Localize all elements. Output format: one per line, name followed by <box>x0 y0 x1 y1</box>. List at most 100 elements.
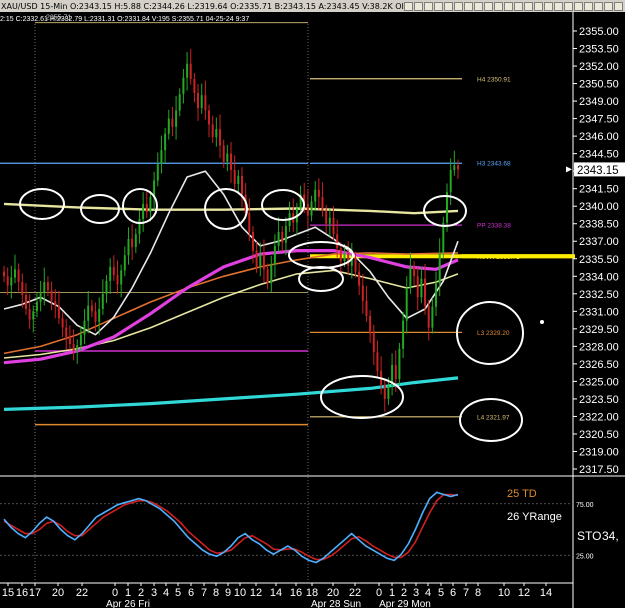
candle-body <box>222 145 225 162</box>
chart-window[interactable]: XAU/USD 15-Min O:2343.15 H:5.88 C:2344.2… <box>0 0 625 608</box>
candle-body <box>387 386 390 399</box>
y-tick-label: 2341.50 <box>579 184 619 196</box>
x-tick-label: 12 <box>250 587 262 599</box>
candle-body <box>321 196 324 211</box>
x-tick-label: 20 <box>52 587 64 599</box>
candle-body <box>376 352 379 371</box>
candle-body <box>262 254 265 270</box>
candle-body <box>394 365 397 379</box>
candle-body <box>178 94 181 111</box>
candle-body <box>138 219 141 235</box>
candle-body <box>182 77 185 95</box>
x-tick-label: 0 <box>376 587 382 599</box>
candle-body <box>109 266 112 281</box>
candle-body <box>354 257 357 272</box>
candle-body <box>43 282 46 293</box>
candle-body <box>68 337 71 344</box>
y-tick-label: 2326.50 <box>579 359 619 371</box>
candle-body <box>25 295 27 309</box>
candle-body <box>339 248 342 261</box>
y-tick-label: 2338.50 <box>579 219 619 231</box>
x-date-label: Apr 26 Fri <box>106 599 150 608</box>
x-tick-label: 20 <box>327 587 339 599</box>
y-tick-label: 2325.00 <box>579 376 619 388</box>
candle-body <box>306 203 309 216</box>
annotation-circle <box>298 266 344 292</box>
candle-body <box>98 309 101 322</box>
candle-body <box>369 316 372 334</box>
sto-d-line <box>3 493 459 561</box>
candle-body <box>87 305 90 321</box>
pivot-label: PP 2338.38 <box>477 223 511 230</box>
ma-orange-line <box>3 252 459 355</box>
candle-body <box>57 305 60 319</box>
y-tick-label: 2355.00 <box>579 26 619 38</box>
candle-body <box>83 320 86 335</box>
candle-body <box>142 203 145 220</box>
candle-body <box>204 95 207 111</box>
candle-body <box>17 269 20 283</box>
price-chart[interactable]: 2:15 C:2332.61 H:2332.79 L:2331.31 O:233… <box>0 0 625 608</box>
candle-body <box>449 170 452 193</box>
candle-body <box>284 226 287 243</box>
y-tick-label: 2340.00 <box>579 201 619 213</box>
y-tick-label: 2337.00 <box>579 236 619 248</box>
candle-body <box>134 234 137 247</box>
y-tick-label: 2317.50 <box>579 464 619 476</box>
candle-body <box>438 252 441 284</box>
candle-body <box>383 384 386 399</box>
x-tick-label: 9 <box>225 587 231 599</box>
y-tick-label: 2328.00 <box>579 341 619 353</box>
pivot-label: L3 2329.20 <box>477 330 510 337</box>
candle-body <box>21 282 24 295</box>
candle-body <box>123 255 126 271</box>
candle-body <box>145 203 148 213</box>
candle-body <box>197 92 199 109</box>
sto-tick-label: 25.00 <box>576 553 594 560</box>
candle-body <box>105 281 108 294</box>
y-tick-label: 2335.50 <box>579 254 619 266</box>
x-tick-label: 3 <box>413 587 419 599</box>
candle-body <box>65 327 68 337</box>
x-tick-label: 22 <box>349 587 361 599</box>
candle-body <box>431 306 434 328</box>
candle-body <box>336 234 339 249</box>
candle-body <box>420 278 423 298</box>
x-tick-label: 2 <box>401 587 407 599</box>
x-tick-label: 5 <box>175 587 181 599</box>
ma-magenta-line <box>3 249 459 365</box>
sto-tick-label: 75.00 <box>576 502 594 509</box>
x-tick-label: 0 <box>112 587 118 599</box>
candle-body <box>427 305 430 328</box>
candle-body <box>131 238 134 248</box>
candle-body <box>101 293 104 309</box>
candle-body <box>270 264 273 284</box>
candle-body <box>424 278 426 306</box>
y-tick-label: 2319.00 <box>579 446 619 458</box>
candle-body <box>149 196 152 213</box>
candle-body <box>208 110 210 125</box>
x-date-label: Apr 29 Mon <box>379 599 431 608</box>
candle-body <box>164 133 167 151</box>
candle-body <box>186 63 189 78</box>
candle-body <box>6 276 9 286</box>
candle-body <box>361 285 364 301</box>
candle-body <box>54 300 57 306</box>
candle-body <box>281 231 284 243</box>
annotation-circle <box>261 189 305 221</box>
x-tick-label: 6 <box>188 587 194 599</box>
candle-body <box>405 288 408 321</box>
x-date-label: Apr 28 Sun <box>311 599 361 608</box>
candle-body <box>248 213 251 232</box>
candle-body <box>28 309 31 320</box>
x-tick-label: 10 <box>234 587 246 599</box>
x-tick-label: 18 <box>306 587 318 599</box>
candle-body <box>233 170 236 184</box>
x-tick-label: 2 <box>138 587 144 599</box>
candle-body <box>171 118 174 127</box>
candle-body <box>442 222 445 253</box>
ma-yellow-line <box>3 269 459 359</box>
annotation-circle <box>320 375 404 419</box>
x-tick-label: 15 <box>2 587 14 599</box>
x-tick-label: 6 <box>450 587 456 599</box>
